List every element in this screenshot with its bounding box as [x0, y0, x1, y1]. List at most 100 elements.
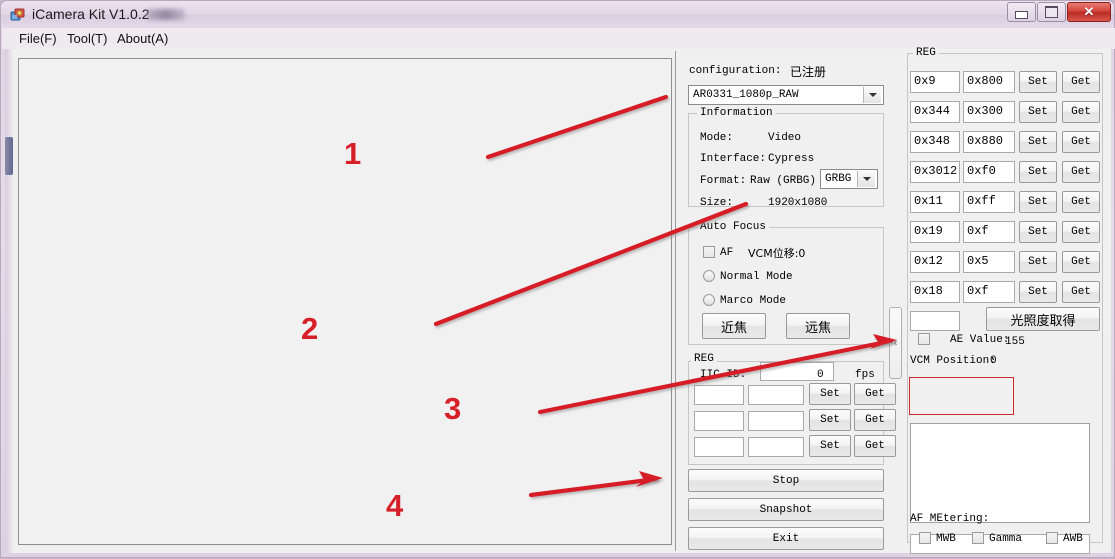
reg-get-6[interactable]: Get: [1062, 251, 1100, 273]
middle-reg-get-0[interactable]: Get: [854, 383, 896, 405]
ae-checkbox[interactable]: [918, 333, 930, 345]
client-area: configuration: 已注册 AR0331_1080p_RAW Info…: [5, 47, 1111, 554]
middle-reg-value-2[interactable]: [748, 437, 804, 457]
reg-value-7[interactable]: 0xf: [963, 281, 1015, 303]
close-button[interactable]: ✕: [1067, 2, 1111, 22]
left-scrollbar-thumb[interactable]: [5, 137, 13, 175]
normal-mode-label: Normal Mode: [720, 271, 793, 283]
chevron-down-icon[interactable]: [863, 87, 881, 103]
interface-label: Interface:: [700, 153, 767, 165]
reg-value-1[interactable]: 0x300: [963, 101, 1015, 123]
reg-set-2[interactable]: Set: [1019, 131, 1057, 153]
reg-set-6[interactable]: Set: [1019, 251, 1057, 273]
reg-get-2[interactable]: Get: [1062, 131, 1100, 153]
middle-reg-set-0[interactable]: Set: [809, 383, 851, 405]
autofocus-group-title: Auto Focus: [697, 221, 770, 233]
middle-reg-value-0[interactable]: [748, 385, 804, 405]
snapshot-button[interactable]: Snapshot: [688, 498, 884, 521]
reg-set-4[interactable]: Set: [1019, 191, 1057, 213]
maximize-button[interactable]: [1037, 2, 1066, 22]
middle-reg-set-1[interactable]: Set: [809, 409, 851, 431]
middle-reg-addr-0[interactable]: [694, 385, 744, 405]
far-focus-button[interactable]: 远焦: [786, 313, 850, 339]
minimize-button[interactable]: [1007, 2, 1036, 22]
reg-set-3[interactable]: Set: [1019, 161, 1057, 183]
title-bar[interactable]: iCamera Kit V1.0.2 ✕: [1, 1, 1114, 28]
reg-value-6[interactable]: 0x5: [963, 251, 1015, 273]
middle-reg-set-2[interactable]: Set: [809, 435, 851, 457]
configuration-select[interactable]: AR0331_1080p_RAW: [688, 85, 884, 105]
stop-button[interactable]: Stop: [688, 469, 884, 492]
size-label: Size:: [700, 197, 734, 209]
middle-reg-addr-2[interactable]: [694, 437, 744, 457]
format-label: Format:: [700, 175, 747, 187]
maximize-icon: [1038, 3, 1065, 21]
reg-set-7[interactable]: Set: [1019, 281, 1057, 303]
reg-value-0[interactable]: 0x800: [963, 71, 1015, 93]
fps-value: 0: [817, 369, 824, 381]
registered-status: 已注册: [790, 65, 827, 79]
reg-set-1[interactable]: Set: [1019, 101, 1057, 123]
size-value: 1920x1080: [768, 197, 828, 209]
reg-get-5[interactable]: Get: [1062, 221, 1100, 243]
middle-reg-get-1[interactable]: Get: [854, 409, 896, 431]
chevron-down-icon[interactable]: [857, 171, 875, 187]
middle-reg-value-1[interactable]: [748, 411, 804, 431]
reg-addr-5[interactable]: 0x19: [910, 221, 960, 243]
reg-value-2[interactable]: 0x880: [963, 131, 1015, 153]
reg-addr-3[interactable]: 0x3012: [910, 161, 960, 183]
menu-tool[interactable]: Tool(T): [60, 29, 114, 48]
normal-mode-radio[interactable]: [703, 270, 715, 282]
menu-about[interactable]: About(A): [110, 29, 175, 48]
window-title: iCamera Kit V1.0.2: [32, 6, 150, 22]
reg-get-4[interactable]: Get: [1062, 191, 1100, 213]
video-preview-area[interactable]: [18, 58, 672, 545]
marco-mode-radio[interactable]: [703, 294, 715, 306]
annotation-number-4: 4: [386, 488, 404, 523]
near-focus-button[interactable]: 近焦: [702, 313, 766, 339]
reg-value-3[interactable]: 0xf0: [963, 161, 1015, 183]
reg-row: 0x18 0xf Set Get: [905, 281, 1101, 305]
mwb-checkbox[interactable]: [919, 532, 931, 544]
reg-get-7[interactable]: Get: [1062, 281, 1100, 303]
reg-value-5[interactable]: 0xf: [963, 221, 1015, 243]
reg-row: 0x348 0x880 Set Get: [905, 131, 1101, 155]
exit-button[interactable]: Exit: [688, 527, 884, 550]
panel-divider: [675, 51, 676, 551]
reg-addr-0[interactable]: 0x9: [910, 71, 960, 93]
reg-addr-2[interactable]: 0x348: [910, 131, 960, 153]
af-label: AF: [720, 247, 734, 259]
awb-label: AWB: [1063, 533, 1083, 545]
extra-reg-input[interactable]: [910, 311, 960, 331]
reg-row: 0x344 0x300 Set Get: [905, 101, 1101, 125]
reg-set-0[interactable]: Set: [1019, 71, 1057, 93]
configuration-select-value: AR0331_1080p_RAW: [693, 89, 799, 101]
reg-addr-6[interactable]: 0x12: [910, 251, 960, 273]
format-select[interactable]: GRBG: [820, 169, 878, 189]
format-select-value: GRBG: [825, 173, 852, 185]
reg-get-3[interactable]: Get: [1062, 161, 1100, 183]
middle-reg-get-2[interactable]: Get: [854, 435, 896, 457]
reg-addr-7[interactable]: 0x18: [910, 281, 960, 303]
configuration-label: configuration:: [689, 65, 782, 77]
reg-addr-1[interactable]: 0x344: [910, 101, 960, 123]
reg-set-5[interactable]: Set: [1019, 221, 1057, 243]
reg-get-0[interactable]: Get: [1062, 71, 1100, 93]
annotation-number-2: 2: [301, 311, 319, 346]
menu-file[interactable]: File(F): [12, 29, 64, 48]
middle-reg-addr-1[interactable]: [694, 411, 744, 431]
ae-value: 155: [1005, 336, 1025, 348]
reg-addr-4[interactable]: 0x11: [910, 191, 960, 213]
awb-checkbox[interactable]: [1046, 532, 1058, 544]
panel-collapse-splitter[interactable]: ‹: [889, 307, 902, 379]
gamma-label: Gamma: [989, 533, 1023, 545]
mwb-label: MWB: [936, 533, 956, 545]
left-scrollbar[interactable]: [5, 49, 13, 553]
reg-get-1[interactable]: Get: [1062, 101, 1100, 123]
reg-value-4[interactable]: 0xff: [963, 191, 1015, 213]
annotation-number-1: 1: [344, 136, 362, 171]
af-checkbox[interactable]: [703, 246, 715, 258]
gamma-checkbox[interactable]: [972, 532, 984, 544]
log-listbox[interactable]: [910, 423, 1090, 523]
lux-acquire-button[interactable]: 光照度取得: [986, 307, 1100, 331]
